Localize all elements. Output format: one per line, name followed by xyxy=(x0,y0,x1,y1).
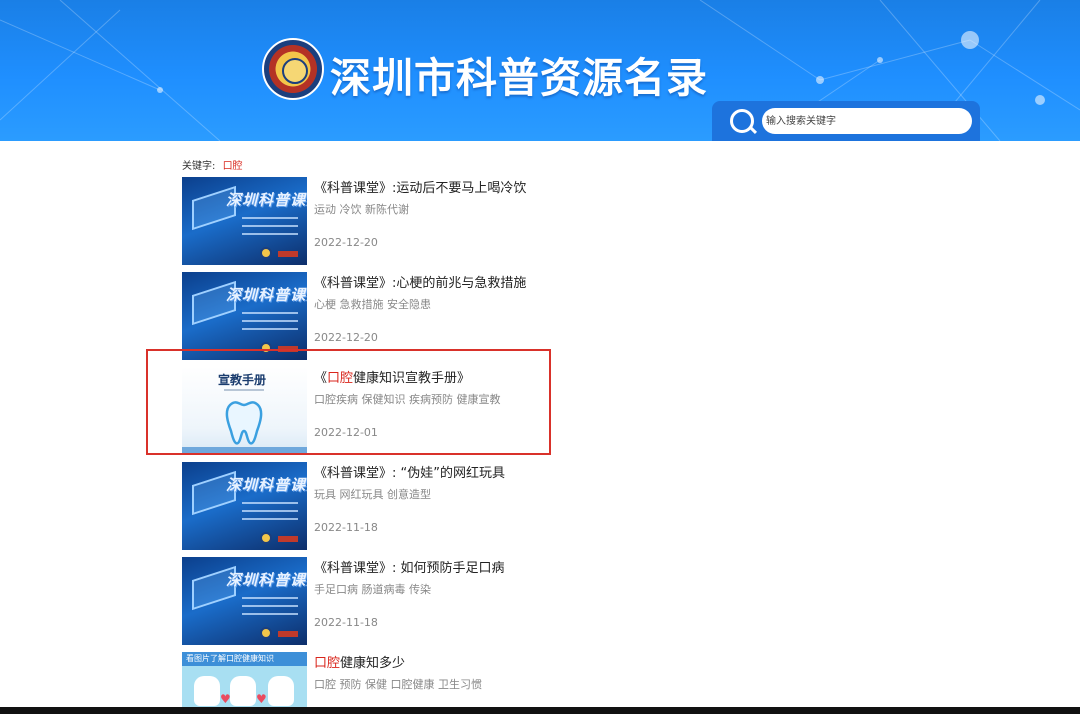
result-title[interactable]: 《口腔健康知识宣教手册》 xyxy=(314,367,470,386)
result-title[interactable]: 《科普课堂》:运动后不要马上喝冷饮 xyxy=(314,177,526,196)
result-item[interactable]: 宣教手册 《口腔健康知识宣教手册》 口腔疾病 保健知识 疾病预防 健康宣教 20… xyxy=(182,367,742,455)
seal-icon xyxy=(260,532,272,544)
result-tags: 心梗 急救措施 安全隐患 xyxy=(314,298,431,311)
thumbnail-title: 深圳科普课堂 xyxy=(226,571,307,589)
thumbnail-title: 深圳科普课堂 xyxy=(226,476,307,494)
result-item[interactable]: 看图片了解口腔健康知识 ♥ ♥ 口腔健康知多少 口腔 预防 保健 口腔健康 卫生… xyxy=(182,652,742,714)
result-title[interactable]: 《科普课堂》:心梗的前兆与急救措施 xyxy=(314,272,526,291)
result-item[interactable]: 深圳科普课堂 《科普课堂》: 如何预防手足口病 手足口病 肠道病毒 传染 202… xyxy=(182,557,742,645)
result-date: 2022-11-18 xyxy=(314,521,378,534)
result-date: 2022-12-01 xyxy=(314,426,378,439)
result-date: 2022-11-18 xyxy=(314,616,378,629)
result-thumbnail[interactable]: 深圳科普课堂 xyxy=(182,462,307,550)
cartoon-tooth-icon xyxy=(268,676,294,706)
thumbnail-title: 宣教手册 xyxy=(218,373,267,387)
heart-icon: ♥ xyxy=(256,692,267,706)
result-title[interactable]: 《科普课堂》: “伪娃”的网红玩具 xyxy=(314,462,505,481)
thumbnail-text-lines xyxy=(242,597,298,621)
cartoon-tooth-icon xyxy=(194,676,220,706)
keyword-line: 关键字: 口腔 xyxy=(182,157,243,172)
result-title[interactable]: 口腔健康知多少 xyxy=(314,652,405,671)
thumbnail-text-lines xyxy=(242,502,298,526)
result-tags: 运动 冷饮 新陈代谢 xyxy=(314,203,409,216)
result-date: 2022-12-20 xyxy=(314,331,378,344)
result-thumbnail[interactable]: 深圳科普课堂 xyxy=(182,272,307,360)
result-thumbnail[interactable]: 宣教手册 xyxy=(182,367,307,455)
seal-icon xyxy=(260,627,272,639)
publisher-mark xyxy=(278,251,298,257)
heart-icon: ♥ xyxy=(220,692,231,706)
result-item[interactable]: 深圳科普课堂 《科普课堂》: “伪娃”的网红玩具 玩具 网红玩具 创意造型 20… xyxy=(182,462,742,550)
thumbnail-text-lines xyxy=(242,217,298,241)
result-tags: 口腔 预防 保健 口腔健康 卫生习惯 xyxy=(314,678,482,691)
publisher-mark xyxy=(278,631,298,637)
publisher-mark xyxy=(278,536,298,542)
result-thumbnail[interactable]: 看图片了解口腔健康知识 ♥ ♥ xyxy=(182,652,307,714)
thumbnail-title: 看图片了解口腔健康知识 xyxy=(186,654,274,663)
search-icon[interactable] xyxy=(730,109,754,133)
result-title[interactable]: 《科普课堂》: 如何预防手足口病 xyxy=(314,557,505,576)
result-tags: 手足口病 肠道病毒 传染 xyxy=(314,583,431,596)
seal-icon xyxy=(260,342,272,354)
publisher-mark xyxy=(278,346,298,352)
result-thumbnail[interactable]: 深圳科普课堂 xyxy=(182,557,307,645)
keyword-value[interactable]: 口腔 xyxy=(223,161,243,172)
search-bar xyxy=(712,101,980,141)
result-tags: 玩具 网红玩具 创意造型 xyxy=(314,488,431,501)
result-item[interactable]: 深圳科普课堂 《科普课堂》:运动后不要马上喝冷饮 运动 冷饮 新陈代谢 2022… xyxy=(182,177,742,265)
bottom-edge-bar xyxy=(0,707,1080,714)
tooth-icon xyxy=(225,401,263,445)
keyword-label: 关键字: xyxy=(182,161,216,172)
thumbnail-text-lines xyxy=(242,312,298,336)
search-input[interactable] xyxy=(762,108,972,134)
site-header: 深圳市科普资源名录 xyxy=(0,0,1080,141)
result-date: 2022-12-20 xyxy=(314,236,378,249)
site-logo[interactable] xyxy=(262,38,324,100)
thumbnail-title: 深圳科普课堂 xyxy=(226,286,307,304)
booklet-base xyxy=(182,447,307,455)
cartoon-tooth-icon xyxy=(230,676,256,706)
thumbnail-title: 深圳科普课堂 xyxy=(226,191,307,209)
site-title: 深圳市科普资源名录 xyxy=(330,54,708,102)
result-thumbnail[interactable]: 深圳科普课堂 xyxy=(182,177,307,265)
result-tags: 口腔疾病 保健知识 疾病预防 健康宣教 xyxy=(314,393,501,406)
result-item[interactable]: 深圳科普课堂 《科普课堂》:心梗的前兆与急救措施 心梗 急救措施 安全隐患 20… xyxy=(182,272,742,360)
seal-icon xyxy=(260,247,272,259)
thumbnail-subtitle-line xyxy=(224,389,264,391)
